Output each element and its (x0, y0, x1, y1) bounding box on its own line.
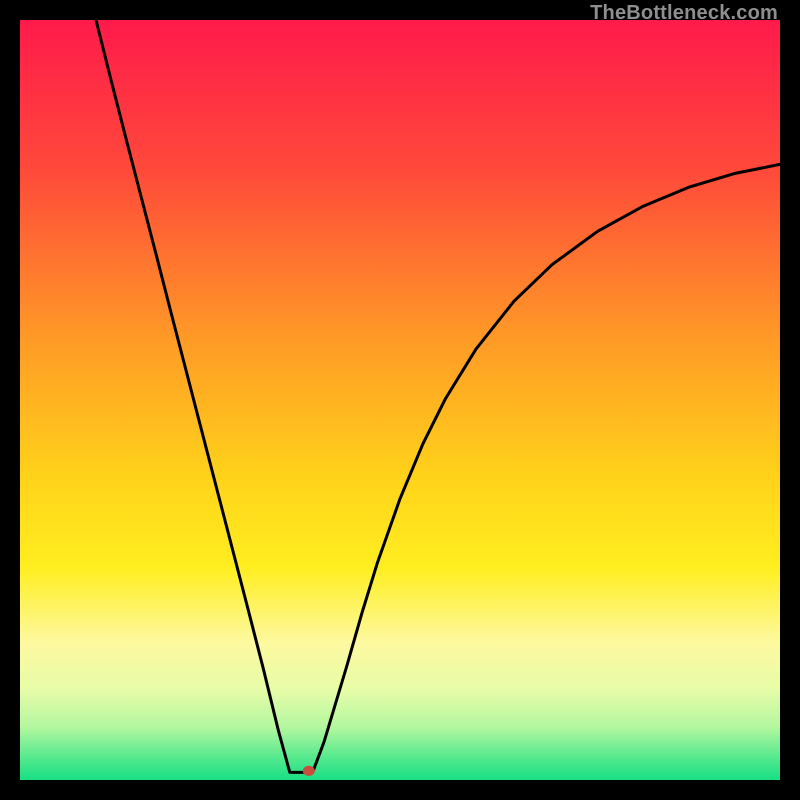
optimum-marker (303, 766, 315, 776)
chart-frame (20, 20, 780, 780)
bottleneck-chart (20, 20, 780, 780)
watermark-text: TheBottleneck.com (590, 2, 778, 25)
gradient-background (20, 20, 780, 780)
